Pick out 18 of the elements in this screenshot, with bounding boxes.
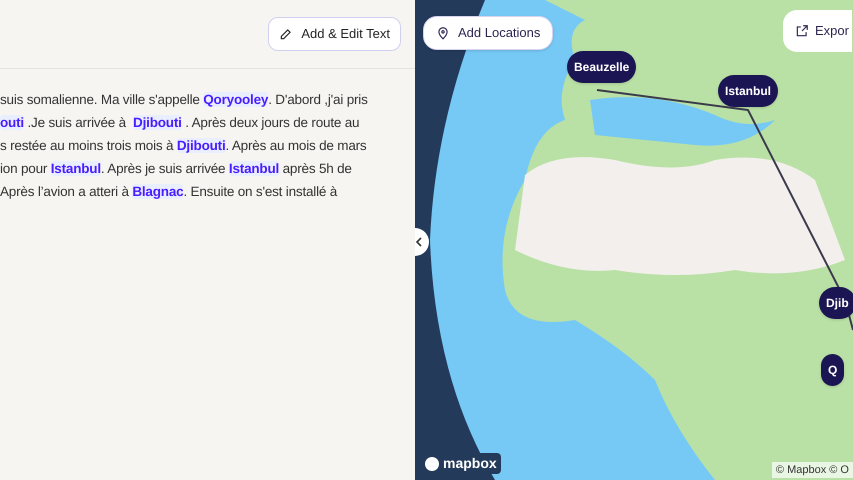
export-button[interactable]: Expor bbox=[783, 10, 852, 52]
add-locations-button[interactable]: Add Locations bbox=[423, 16, 554, 50]
text-line: outi .Je suis arrivée à Djibouti . Après deux jours de route au bbox=[0, 114, 360, 132]
text-line: s restée au moins trois mois à Djibouti. Après au mois de mars bbox=[0, 137, 368, 155]
map-view[interactable]: Beauzelle Istanbul Djib Q Add Locations Expor mapbox © Mapbox © O bbox=[415, 0, 853, 480]
text-line: ion pour Istanbul. Après je suis arrivée Istanbul après 5h de bbox=[0, 160, 353, 178]
location-pin-icon bbox=[436, 25, 450, 41]
add-edit-text-button[interactable]: Add & Edit Text bbox=[268, 17, 401, 51]
attribution-text: © Mapbox © O bbox=[772, 462, 853, 478]
mapbox-logo: mapbox bbox=[443, 454, 497, 473]
export-icon bbox=[795, 24, 809, 38]
text-line: suis somalienne. Ma ville s'appelle Qoryooley. D'abord ,j'ai pris bbox=[0, 91, 369, 109]
location-marker[interactable]: Beauzelle bbox=[567, 51, 636, 83]
chevron-left-icon bbox=[415, 237, 423, 247]
pencil-icon bbox=[279, 27, 294, 41]
location-marker[interactable]: Istanbul bbox=[718, 75, 778, 107]
logo-icon bbox=[425, 456, 439, 470]
text-line: Après l’avion a atteri à Blagnac. Ensuite on s'est installé à bbox=[0, 183, 338, 201]
